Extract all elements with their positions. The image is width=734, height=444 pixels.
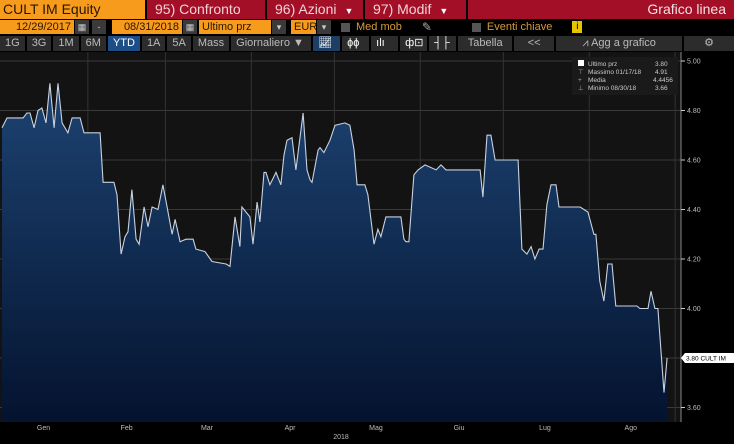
end-date-input[interactable]: 08/31/2018 <box>112 20 182 34</box>
chart-type-title: Grafico linea <box>468 0 734 19</box>
controls-row: 12/29/2017 ▦ - 08/31/2018 ▦ Ultimo prz ▾… <box>0 19 734 35</box>
chevron-down-icon[interactable]: ▾ <box>317 20 331 34</box>
last-price-tag-text: 3.80 CULT IM <box>686 356 726 363</box>
range-1a[interactable]: 1A <box>141 36 166 51</box>
legend-min-label: Minimo 08/30/18 <box>588 85 636 92</box>
chevron-down-icon: ▼ <box>293 37 304 49</box>
last-price-tag: 3.80 CULT IM <box>681 353 734 363</box>
actions-label: 96) Azioni <box>275 1 337 17</box>
moving-avg-checkbox[interactable] <box>341 22 350 32</box>
legend-avg-label: Media <box>588 77 606 84</box>
range-1m[interactable]: 1M <box>53 36 79 51</box>
toolbar: 1G 3G 1M 6M YTD 1A 5A Mass Giornaliero ▼… <box>0 35 734 52</box>
legend-avg-value: 4.4456 <box>653 77 673 84</box>
title-bar: CULT IM Equity 95) Confronto 96) Azioni ▼… <box>0 0 734 19</box>
hilo-icon[interactable]: ┤├ <box>429 36 457 51</box>
legend-max-value: 4.91 <box>655 69 668 76</box>
edit-label: 97) Modif <box>373 1 432 17</box>
candlestick-icon[interactable]: ɸɸ <box>342 36 370 51</box>
range-max[interactable]: Mass <box>192 36 230 51</box>
range-6m[interactable]: 6M <box>80 36 106 51</box>
compare-label: 95) Confronto <box>155 1 241 17</box>
x-axis-year: 2018 <box>333 434 349 441</box>
chevron-down-icon: ▼ <box>439 6 449 16</box>
currency-select[interactable]: EUR <box>291 20 317 34</box>
key-events-checkbox[interactable] <box>471 22 481 32</box>
avg-marker-icon: + <box>578 77 582 84</box>
x-tick-label: Ago <box>625 425 638 432</box>
y-tick-label: 4.60 <box>687 158 701 165</box>
calendar-icon[interactable]: ▦ <box>75 20 89 34</box>
chevron-down-icon: ▼ <box>344 6 354 16</box>
info-icon[interactable]: i <box>572 21 583 33</box>
range-ytd[interactable]: YTD <box>107 36 140 51</box>
pencil-icon[interactable]: ✎ <box>422 20 432 34</box>
legend: Ultimo prz 3.80 ⊤ Massimo 01/17/18 4.91 … <box>572 57 678 95</box>
legend-swatch <box>578 60 584 66</box>
key-events-label: Eventi chiave <box>486 21 553 33</box>
chevron-down-icon[interactable]: ▾ <box>272 20 286 34</box>
legend-min-value: 3.66 <box>655 85 668 92</box>
collapse-button[interactable]: << <box>514 36 555 51</box>
line-chart-icon[interactable]: 📈︎ <box>313 36 341 51</box>
price-chart[interactable]: 5.00 4.80 4.60 4.40 4.20 4.00 3.80 3.60 Gen Feb M… <box>0 52 734 444</box>
field-select[interactable]: Ultimo prz <box>199 20 271 34</box>
x-tick-label: Lug <box>539 425 551 432</box>
legend-max-label: Massimo 01/17/18 <box>588 69 641 76</box>
start-date-input[interactable]: 12/29/2017 <box>0 20 74 34</box>
compare-button[interactable]: 95) Confronto <box>147 0 265 19</box>
legend-last-label: Ultimo prz <box>588 61 617 68</box>
y-tick-label: 5.00 <box>687 59 701 66</box>
calendar-icon[interactable]: ▦ <box>183 20 197 34</box>
bar-chart-icon[interactable]: ılı <box>371 36 399 51</box>
x-tick-label: Feb <box>121 425 133 432</box>
min-marker-icon: ⊥ <box>578 85 584 92</box>
date-separator: - <box>92 20 106 34</box>
edit-button[interactable]: 97) Modif ▼ <box>365 0 466 19</box>
y-tick-label: 4.40 <box>687 207 701 214</box>
gear-icon[interactable]: ⚙ <box>684 36 734 51</box>
moving-avg-label: Med mob <box>356 21 402 33</box>
y-tick-label: 3.60 <box>687 405 701 412</box>
range-1g[interactable]: 1G <box>0 36 25 51</box>
actions-button[interactable]: 96) Azioni ▼ <box>267 0 363 19</box>
frequency-label: Giornaliero <box>236 37 290 49</box>
chart-add-icon: ⩘ <box>582 37 592 49</box>
ticker-field[interactable]: CULT IM Equity <box>0 0 145 19</box>
range-5a[interactable]: 5A <box>167 36 191 51</box>
table-button[interactable]: Tabella <box>458 36 513 51</box>
x-tick-label: Giu <box>454 425 465 432</box>
x-tick-label: Apr <box>285 425 297 432</box>
x-tick-label: Mar <box>201 425 214 432</box>
y-tick-label: 4.80 <box>687 108 701 115</box>
legend-last-value: 3.80 <box>655 61 668 68</box>
y-tick-label: 4.00 <box>687 306 701 313</box>
range-3g[interactable]: 3G <box>26 36 52 51</box>
ohlc-icon[interactable]: ф⊡ <box>400 36 428 51</box>
add-to-chart-button[interactable]: ⩘ Agg a grafico <box>556 36 683 51</box>
frequency-select[interactable]: Giornaliero ▼ <box>231 36 312 51</box>
x-axis-ticks: Gen Feb Mar Apr Mag Giu Lug Ago <box>37 425 637 432</box>
max-marker-icon: ⊤ <box>578 69 584 76</box>
x-tick-label: Mag <box>369 425 383 432</box>
x-tick-label: Gen <box>37 425 50 432</box>
add-to-chart-label: Agg a grafico <box>591 37 656 49</box>
y-tick-label: 4.20 <box>687 257 701 264</box>
